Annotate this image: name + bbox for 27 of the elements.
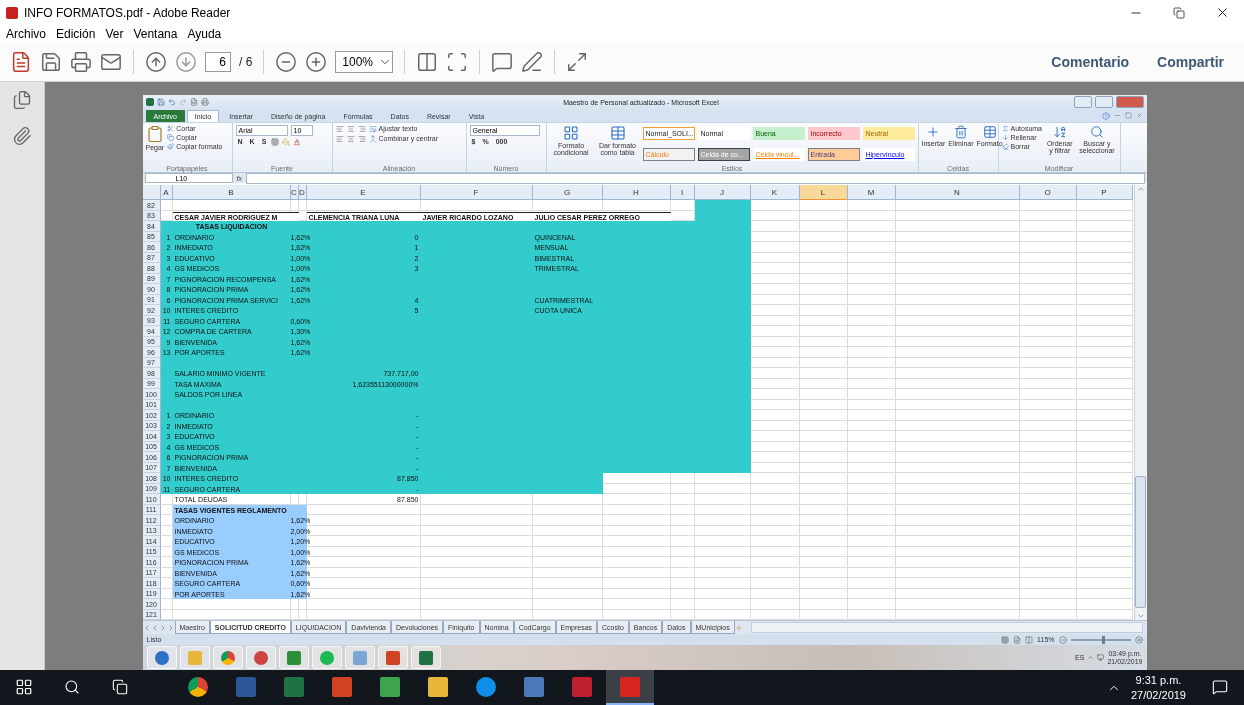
menu-item[interactable]: Ver xyxy=(105,26,124,41)
column-header[interactable]: B xyxy=(172,185,291,201)
column-header[interactable]: D xyxy=(298,185,307,201)
window-title: INFO FORMATOS.pdf - Adobe Reader xyxy=(24,5,232,20)
column-header[interactable]: O xyxy=(1019,185,1077,201)
zoom-field[interactable]: 100% xyxy=(335,50,394,73)
column-header[interactable]: J xyxy=(694,185,751,201)
column-header[interactable]: L xyxy=(799,185,848,201)
menu-item[interactable]: Edición xyxy=(56,26,96,41)
menu-item[interactable]: Ayuda xyxy=(187,26,222,41)
column-header[interactable]: I xyxy=(670,185,695,201)
toolbar-link[interactable]: Comentario xyxy=(1041,53,1140,70)
menu-item[interactable]: Ventana xyxy=(133,26,178,41)
column-header[interactable]: P xyxy=(1076,185,1133,201)
column-header[interactable]: G xyxy=(532,185,603,201)
column-header[interactable]: N xyxy=(895,185,1020,201)
column-header[interactable]: M xyxy=(847,185,896,201)
column-header[interactable]: H xyxy=(602,185,671,201)
taskbar-clock[interactable]: 9:31 p.m. 27/02/2019 xyxy=(1120,673,1196,702)
menu-item[interactable]: Archivo xyxy=(6,26,46,41)
toolbar-link[interactable]: Compartir xyxy=(1147,53,1234,70)
column-header[interactable]: F xyxy=(420,185,533,201)
column-header[interactable]: K xyxy=(750,185,800,201)
column-header[interactable]: E xyxy=(306,185,421,201)
page-total: / 6 xyxy=(239,54,253,69)
page-number-field[interactable]: 6 xyxy=(205,51,231,72)
column-header[interactable]: C xyxy=(290,185,299,201)
